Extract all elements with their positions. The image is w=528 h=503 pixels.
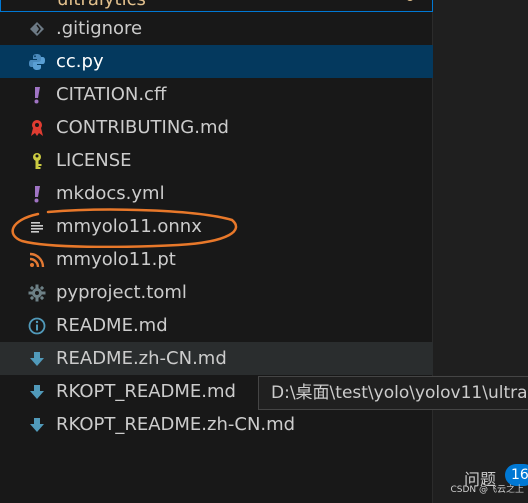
file-item[interactable]: RKOPT_README.zh-CN.md bbox=[0, 408, 433, 441]
file-name: RKOPT_README.zh-CN.md bbox=[56, 414, 296, 435]
file-name: mkdocs.yml bbox=[56, 183, 165, 204]
chevron-right-icon: › bbox=[31, 0, 41, 3]
exclamation-icon bbox=[28, 86, 46, 104]
ribbon-icon bbox=[28, 119, 46, 137]
file-name: CONTRIBUTING.md bbox=[56, 117, 229, 138]
file-item[interactable]: mkdocs.yml bbox=[0, 177, 433, 210]
file-item[interactable]: README.zh-CN.md bbox=[0, 342, 433, 375]
panel-area bbox=[433, 0, 528, 503]
modified-dot bbox=[406, 0, 414, 1]
file-name: .gitignore bbox=[56, 18, 143, 39]
file-name: CITATION.cff bbox=[56, 84, 167, 105]
file-name: mmyolo11.onnx bbox=[56, 216, 202, 237]
exclamation-icon bbox=[28, 185, 46, 203]
file-name: mmyolo11.pt bbox=[56, 249, 176, 270]
file-item[interactable]: CITATION.cff bbox=[0, 78, 433, 111]
file-item[interactable]: mmyolo11.pt bbox=[0, 243, 433, 276]
download-arrow-icon bbox=[28, 350, 46, 368]
file-item[interactable]: CONTRIBUTING.md bbox=[0, 111, 433, 144]
file-item[interactable]: mmyolo11.onnx bbox=[0, 210, 433, 243]
download-arrow-icon bbox=[28, 416, 46, 434]
file-name: LICENSE bbox=[56, 150, 132, 171]
file-item[interactable]: cc.py bbox=[0, 45, 433, 78]
info-icon bbox=[28, 317, 46, 335]
rss-icon bbox=[28, 251, 46, 269]
folder-row-ultralytics[interactable]: › ultralytics bbox=[0, 0, 433, 12]
lines-icon bbox=[28, 218, 46, 236]
file-item[interactable]: pyproject.toml bbox=[0, 276, 433, 309]
python-icon bbox=[28, 53, 46, 71]
file-name: RKOPT_README.md bbox=[56, 381, 236, 402]
file-name: cc.py bbox=[56, 51, 104, 72]
diamond-icon bbox=[28, 20, 46, 38]
gear-icon bbox=[28, 284, 46, 302]
file-item[interactable]: README.md bbox=[0, 309, 433, 342]
file-item[interactable]: .gitignore bbox=[0, 12, 433, 45]
file-name: pyproject.toml bbox=[56, 282, 187, 303]
file-item[interactable]: LICENSE bbox=[0, 144, 433, 177]
file-name: README.md bbox=[56, 315, 168, 336]
download-arrow-icon bbox=[28, 383, 46, 401]
file-name: README.zh-CN.md bbox=[56, 348, 227, 369]
file-explorer: › ultralytics .gitignore cc.py CITATION.cf… bbox=[0, 0, 433, 503]
watermark-text: CSDN @飞云之上 bbox=[450, 485, 524, 495]
key-icon bbox=[28, 152, 46, 170]
folder-name: ultralytics bbox=[57, 0, 146, 10]
path-tooltip: D:\桌面\test\yolo\yolov11\ultraly bbox=[258, 376, 528, 410]
